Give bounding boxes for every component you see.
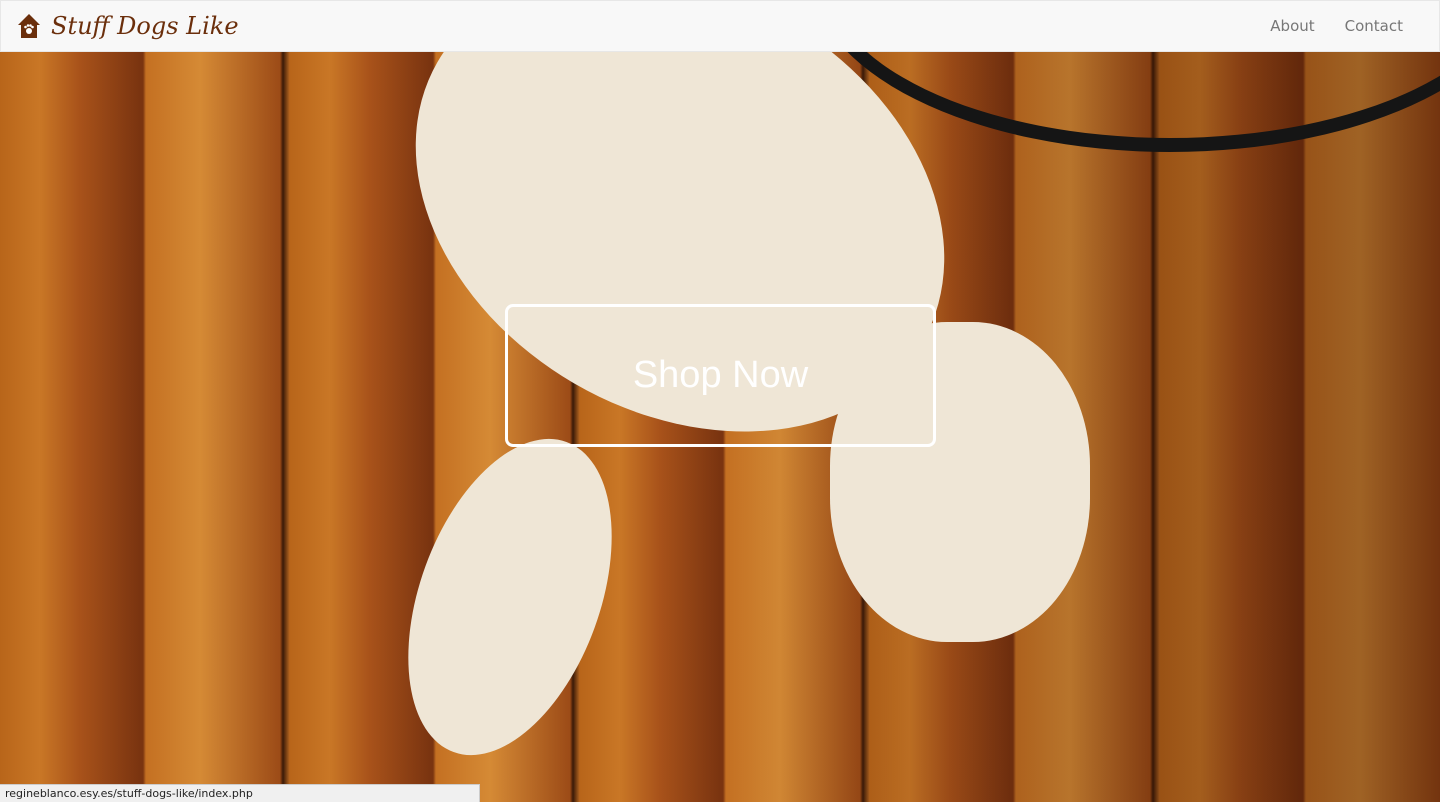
status-bar-url: regineblanco.esy.es/stuff-dogs-like/inde… bbox=[0, 784, 480, 802]
dog-house-icon bbox=[18, 14, 40, 38]
navbar: Stuff Dogs Like About Contact bbox=[0, 0, 1440, 52]
brand-name: Stuff Dogs Like bbox=[51, 12, 239, 40]
shop-now-button[interactable]: Shop Now bbox=[505, 304, 936, 447]
brand-link[interactable]: Stuff Dogs Like bbox=[17, 12, 239, 40]
hero-section: Shop Now bbox=[0, 52, 1440, 802]
nav-contact-link[interactable]: Contact bbox=[1345, 17, 1403, 35]
nav-about-link[interactable]: About bbox=[1270, 17, 1314, 35]
